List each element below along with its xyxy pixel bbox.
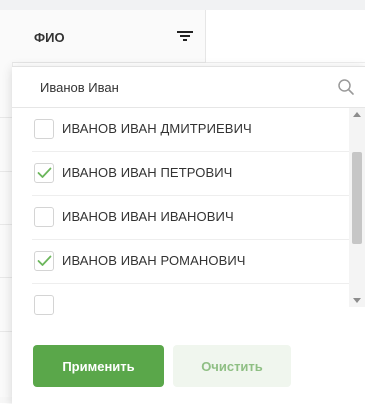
checkbox-checked[interactable] (34, 163, 54, 183)
table-row-divider (0, 171, 12, 172)
filter-options-list: ИВАНОВ ИВАН ДМИТРИЕВИЧ ИВАНОВ ИВАН ПЕТРО… (12, 108, 365, 321)
filter-option[interactable]: ИВАНОВ ИВАН ИВАНОВИЧ (32, 196, 360, 240)
checkbox-unchecked[interactable] (34, 207, 54, 227)
scroll-down-arrow-icon[interactable] (353, 298, 361, 303)
column-header-title: ФИО (34, 30, 65, 45)
checkbox-unchecked[interactable] (34, 119, 54, 139)
search-icon[interactable] (337, 78, 355, 96)
filter-search-input[interactable] (40, 76, 330, 98)
checkmark-icon (37, 255, 52, 266)
column-header-fio: ФИО (12, 10, 206, 63)
table-row-divider (0, 277, 12, 278)
checkbox-checked[interactable] (34, 251, 54, 271)
filter-option[interactable] (32, 284, 360, 321)
filter-search-row (12, 67, 365, 108)
checkbox-unchecked[interactable] (34, 295, 54, 315)
filter-lines-icon[interactable] (175, 28, 195, 44)
scrollbar-thumb[interactable] (352, 152, 362, 244)
checkmark-icon (37, 167, 52, 178)
table-top-strip (0, 0, 365, 10)
filter-option[interactable]: ИВАНОВ ИВАН ДМИТРИЕВИЧ (32, 108, 360, 152)
table-row-divider (0, 331, 12, 332)
filter-option[interactable]: ИВАНОВ ИВАН РОМАНОВИЧ (32, 240, 360, 284)
table-row-divider (0, 224, 12, 225)
filter-option-label: ИВАНОВ ИВАН ИВАНОВИЧ (62, 209, 234, 224)
clear-button[interactable]: Очистить (173, 345, 291, 387)
filter-option-label: ИВАНОВ ИВАН РОМАНОВИЧ (62, 253, 246, 268)
filter-dropdown: ИВАНОВ ИВАН ДМИТРИЕВИЧ ИВАНОВ ИВАН ПЕТРО… (12, 66, 365, 404)
scroll-up-arrow-icon[interactable] (353, 112, 361, 117)
filter-option-label: ИВАНОВ ИВАН ПЕТРОВИЧ (62, 165, 233, 180)
filter-option[interactable]: ИВАНОВ ИВАН ПЕТРОВИЧ (32, 152, 360, 196)
filter-option-label: ИВАНОВ ИВАН ДМИТРИЕВИЧ (62, 121, 252, 136)
list-scrollbar[interactable] (349, 108, 365, 307)
table-row-divider (0, 117, 12, 118)
apply-button[interactable]: Применить (33, 345, 164, 387)
column-header-next (206, 10, 365, 63)
